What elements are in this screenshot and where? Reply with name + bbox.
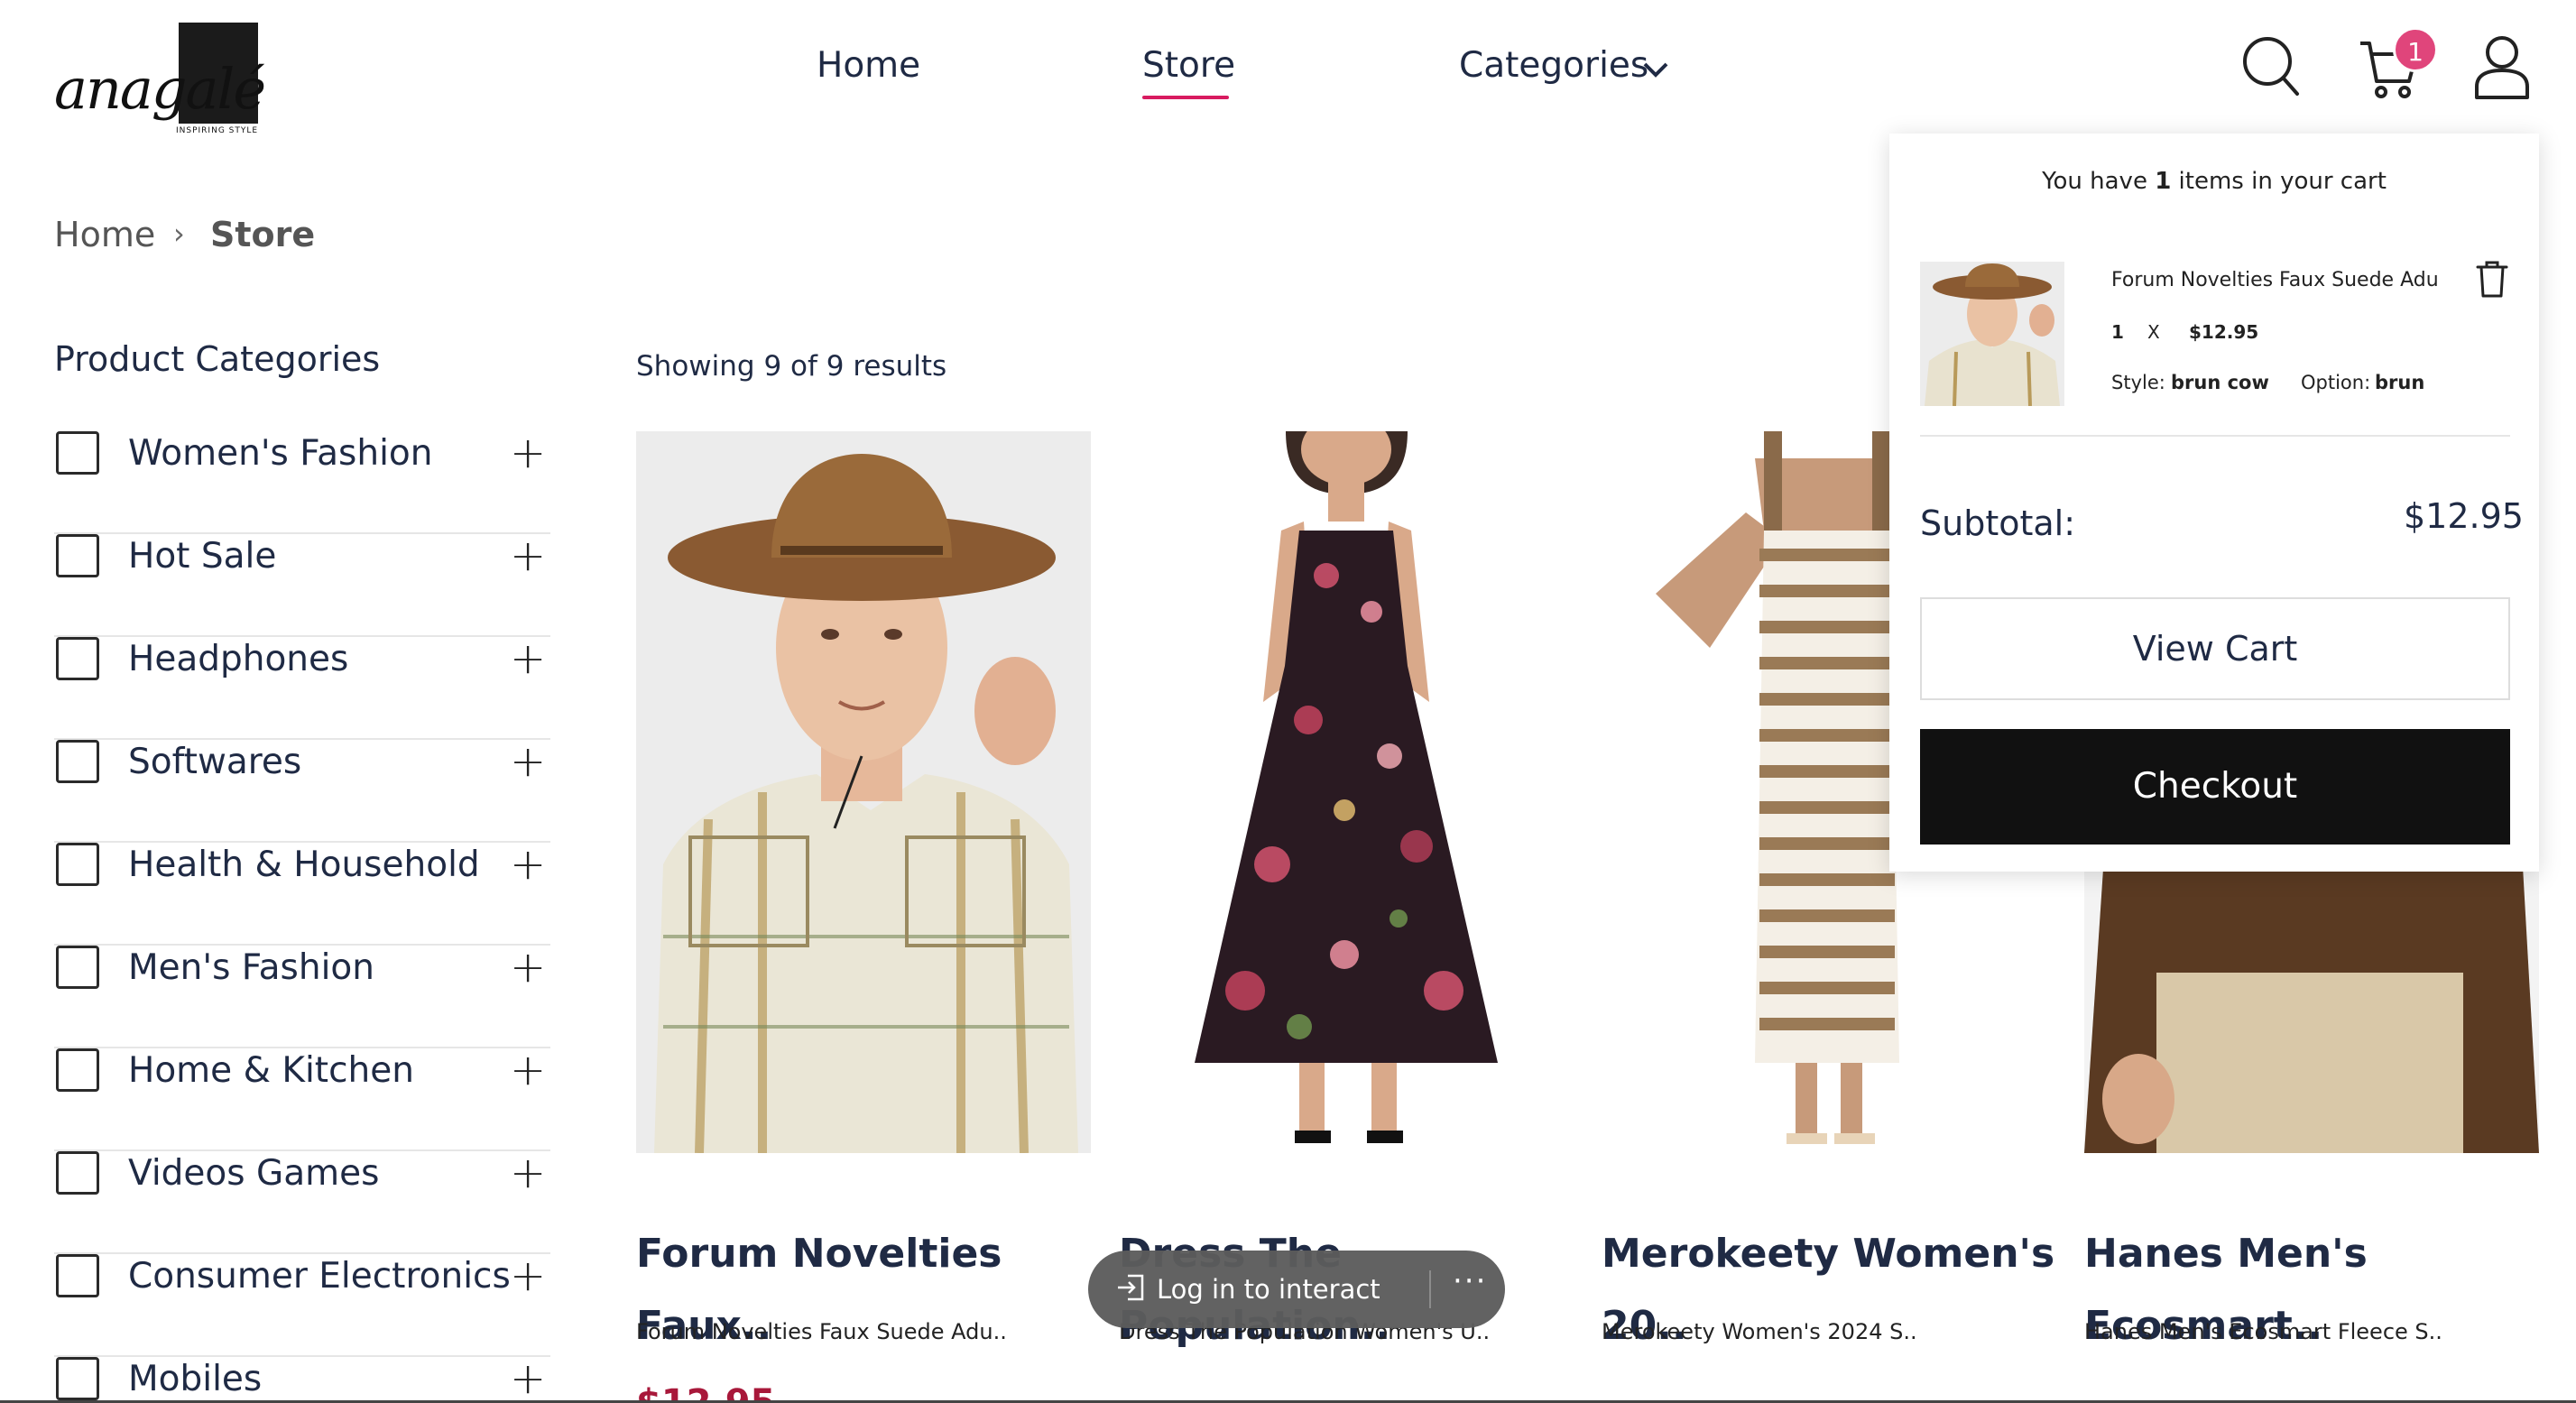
- product-photo-cowboy: [636, 431, 1091, 1153]
- breadcrumb-current: Store: [210, 215, 316, 254]
- category-row[interactable]: Softwares +: [54, 736, 550, 843]
- view-cart-button[interactable]: View Cart: [1920, 597, 2510, 700]
- cart-dropdown: You have 1 items in your cart Forum Nove…: [1889, 134, 2539, 872]
- expand-plus-icon[interactable]: +: [510, 1251, 546, 1301]
- product-photo-floral-dress: [1119, 431, 1574, 1153]
- cart-item-times: X: [2147, 321, 2160, 343]
- user-icon[interactable]: [2472, 34, 2532, 99]
- nav-store[interactable]: Store: [1142, 45, 1235, 86]
- product-subtitle: Forum Novelties Faux Suede Adu..: [636, 1319, 1007, 1344]
- cart-item-qty: 1: [2111, 321, 2124, 343]
- search-icon[interactable]: [2241, 34, 2301, 97]
- category-checkbox[interactable]: [56, 637, 99, 680]
- checkout-button[interactable]: Checkout: [1920, 729, 2510, 845]
- cart-divider: [1920, 435, 2510, 437]
- cart-header-prefix: You have: [2042, 168, 2156, 195]
- expand-plus-icon[interactable]: +: [510, 1353, 546, 1403]
- subtotal-value: $12.95: [2404, 496, 2524, 536]
- nav-active-underline: [1142, 96, 1229, 99]
- category-label[interactable]: Hot Sale: [128, 536, 276, 577]
- breadcrumb-separator: ›: [173, 217, 185, 251]
- product-subtitle: Hanes Men's Ecosmart Fleece S..: [2084, 1319, 2442, 1344]
- category-row[interactable]: Consumer Electronics +: [54, 1251, 550, 1357]
- expand-plus-icon[interactable]: +: [510, 428, 546, 478]
- cart-item-option-label: Option:: [2301, 372, 2371, 393]
- category-label[interactable]: Softwares: [128, 742, 301, 782]
- category-label[interactable]: Home & Kitchen: [128, 1050, 414, 1091]
- cart-item-style-value: brun cow: [2171, 372, 2269, 393]
- category-row[interactable]: Men's Fashion +: [54, 942, 550, 1048]
- category-checkbox[interactable]: [56, 843, 99, 886]
- expand-plus-icon[interactable]: +: [510, 1148, 546, 1198]
- category-label[interactable]: Mobiles: [128, 1359, 262, 1399]
- category-row[interactable]: Hot Sale +: [54, 531, 550, 637]
- cart-header-count: 1: [2155, 168, 2172, 195]
- category-row[interactable]: Videos Games +: [54, 1148, 550, 1254]
- category-label[interactable]: Consumer Electronics: [128, 1256, 511, 1297]
- login-to-interact-pill[interactable]: Log in to interact ···: [1088, 1251, 1505, 1328]
- category-row[interactable]: Home & Kitchen +: [54, 1045, 550, 1151]
- expand-plus-icon[interactable]: +: [510, 736, 546, 787]
- cart-header-suffix: items in your cart: [2171, 168, 2387, 195]
- nav-categories[interactable]: Categories: [1459, 45, 1648, 86]
- cart-item-thumbnail[interactable]: [1920, 262, 2064, 406]
- category-row[interactable]: Headphones +: [54, 633, 550, 740]
- category-checkbox[interactable]: [56, 1254, 99, 1297]
- expand-plus-icon[interactable]: +: [510, 1045, 546, 1095]
- category-label[interactable]: Men's Fashion: [128, 947, 374, 988]
- category-label[interactable]: Women's Fashion: [128, 433, 432, 474]
- category-checkbox[interactable]: [56, 431, 99, 475]
- category-row[interactable]: Health & Household +: [54, 839, 550, 946]
- nav-home[interactable]: Home: [817, 45, 920, 86]
- category-checkbox[interactable]: [56, 740, 99, 783]
- pill-separator: [1429, 1270, 1431, 1308]
- category-label[interactable]: Health & Household: [128, 845, 480, 885]
- category-checkbox[interactable]: [56, 946, 99, 989]
- expand-plus-icon[interactable]: +: [510, 839, 546, 890]
- cart-count-badge: 1: [2393, 27, 2438, 72]
- category-checkbox[interactable]: [56, 1048, 99, 1092]
- category-checkbox[interactable]: [56, 534, 99, 577]
- sidebar-title: Product Categories: [54, 339, 381, 379]
- more-options-icon[interactable]: ···: [1453, 1263, 1487, 1299]
- subtotal-label: Subtotal:: [1920, 503, 2076, 543]
- category-label[interactable]: Videos Games: [128, 1153, 379, 1194]
- category-label[interactable]: Headphones: [128, 639, 348, 679]
- breadcrumb-home[interactable]: Home: [54, 215, 155, 254]
- login-text[interactable]: Log in to interact: [1157, 1274, 1380, 1305]
- chevron-down-icon[interactable]: [1642, 60, 1669, 79]
- cart-item-name[interactable]: Forum Novelties Faux Suede Adu: [2111, 269, 2439, 291]
- store-page: anagalé INSPIRING STYLE Home Store Categ…: [0, 0, 2576, 1403]
- category-row[interactable]: Mobiles +: [54, 1353, 550, 1403]
- brand-logo[interactable]: anagalé INSPIRING STYLE: [54, 20, 266, 135]
- cart-item-style-label: Style:: [2111, 372, 2165, 393]
- results-count: Showing 9 of 9 results: [636, 350, 947, 383]
- logo-script: anagalé: [54, 56, 266, 122]
- product-image[interactable]: [636, 431, 1091, 1153]
- category-checkbox[interactable]: [56, 1357, 99, 1400]
- cart-item-price: $12.95: [2189, 321, 2259, 343]
- expand-plus-icon[interactable]: +: [510, 531, 546, 581]
- logo-tagline: INSPIRING STYLE: [176, 126, 259, 135]
- category-row[interactable]: Women's Fashion +: [54, 428, 550, 534]
- cart-item-photo: [1920, 262, 2064, 406]
- cart-item-option-value: brun: [2375, 372, 2425, 393]
- login-icon: [1118, 1274, 1144, 1301]
- expand-plus-icon[interactable]: +: [510, 942, 546, 992]
- expand-plus-icon[interactable]: +: [510, 633, 546, 684]
- trash-icon[interactable]: [2476, 260, 2508, 298]
- product-image[interactable]: [1119, 431, 1574, 1153]
- category-checkbox[interactable]: [56, 1151, 99, 1195]
- cart-header: You have 1 items in your cart: [1889, 168, 2539, 195]
- product-subtitle: Merokeety Women's 2024 S..: [1602, 1319, 1917, 1344]
